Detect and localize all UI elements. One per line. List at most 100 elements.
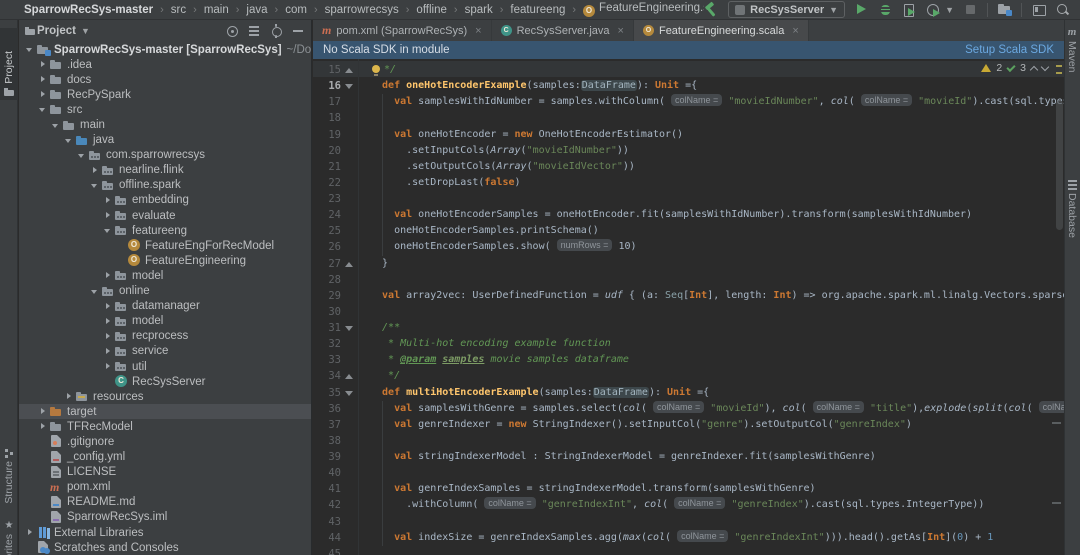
tree-item-model[interactable]: model <box>19 268 311 283</box>
tree-item-main[interactable]: main <box>19 117 311 132</box>
tree-chevron-icon[interactable] <box>103 301 114 312</box>
fold-marker-icon[interactable] <box>341 78 357 94</box>
breadcrumb-item[interactable]: java <box>246 4 267 16</box>
debug-button[interactable] <box>878 2 893 17</box>
run-button[interactable] <box>854 2 869 17</box>
tree-chevron-icon[interactable] <box>38 104 49 115</box>
tree-item-src[interactable]: src <box>19 102 311 117</box>
tree-item-featureeng[interactable]: featureeng <box>19 223 311 238</box>
editor-tab-featureengineering-scala[interactable]: OFeatureEngineering.scala× <box>634 20 809 41</box>
tool-tab-favorites[interactable]: ★ Favorites <box>0 518 18 555</box>
tree-chevron-icon[interactable] <box>38 74 49 85</box>
tree-chevron-icon[interactable] <box>77 150 88 161</box>
search-everywhere-icon[interactable] <box>1055 2 1070 17</box>
tree-item-readme-md[interactable]: README.md <box>19 495 311 510</box>
tree-item-recpyspark[interactable]: RecPySpark <box>19 87 311 102</box>
tree-chevron-icon[interactable] <box>38 89 49 100</box>
tree-item-nearline-flink[interactable]: nearline.flink <box>19 163 311 178</box>
collapse-all-icon[interactable] <box>247 24 261 38</box>
fold-marker-icon[interactable] <box>341 256 357 272</box>
layout-icon[interactable] <box>1031 2 1046 17</box>
breadcrumb-item[interactable]: SparrowRecSys-master <box>24 4 153 16</box>
close-icon[interactable]: × <box>618 25 624 37</box>
tree-item--idea[interactable]: .idea <box>19 57 311 72</box>
tree-item-util[interactable]: util <box>19 359 311 374</box>
close-icon[interactable]: × <box>792 25 798 37</box>
tree-item-docs[interactable]: docs <box>19 72 311 87</box>
tree-item--config-yml[interactable]: _config.yml <box>19 450 311 465</box>
tree-chevron-icon[interactable] <box>103 270 114 281</box>
tree-item-license[interactable]: LICENSE <box>19 465 311 480</box>
build-hammer-icon[interactable] <box>704 2 719 17</box>
tree-item-recprocess[interactable]: recprocess <box>19 329 311 344</box>
tree-chevron-icon[interactable] <box>103 361 114 372</box>
next-issue-icon[interactable] <box>1041 62 1049 70</box>
editor-scrollbar[interactable] <box>1056 100 1063 230</box>
tree-item-datamanager[interactable]: datamanager <box>19 299 311 314</box>
tree-item-recsysserver[interactable]: CRecSysServer <box>19 374 311 389</box>
tree-chevron-icon[interactable] <box>103 331 114 342</box>
tree-chevron-icon[interactable] <box>90 286 101 297</box>
gear-icon[interactable] <box>269 24 283 38</box>
tree-item-target[interactable]: target <box>19 404 311 419</box>
tree-item-resources[interactable]: resources <box>19 389 311 404</box>
tree-item-online[interactable]: online <box>19 284 311 299</box>
editor-tab-recsysserver-java[interactable]: CRecSysServer.java× <box>492 20 634 41</box>
tree-chevron-icon[interactable] <box>64 391 75 402</box>
tree-chevron-icon[interactable] <box>51 120 62 131</box>
fold-marker-icon[interactable] <box>341 368 357 384</box>
tree-chevron-icon[interactable] <box>38 406 49 417</box>
chevron-down-icon[interactable]: ▼ <box>81 26 90 36</box>
tool-tab-project[interactable]: Project <box>0 28 18 100</box>
tree-chevron-icon[interactable] <box>64 135 75 146</box>
breadcrumb-item[interactable]: offline <box>416 4 446 16</box>
run-config-selector[interactable]: RecSysServer ▼ <box>728 1 845 18</box>
close-icon[interactable]: × <box>475 25 481 37</box>
tree-chevron-icon[interactable] <box>103 210 114 221</box>
tree-item-scratches-and-consoles[interactable]: Scratches and Consoles <box>19 540 311 555</box>
locate-file-icon[interactable] <box>225 24 239 38</box>
tree-chevron-icon[interactable] <box>103 346 114 357</box>
editor-tab-pom-xml-sparrowrecsys-[interactable]: mpom.xml (SparrowRecSys)× <box>313 20 492 41</box>
tool-tab-structure[interactable]: Structure <box>0 445 18 515</box>
fold-marker-icon[interactable] <box>341 320 357 336</box>
breadcrumb-item[interactable]: src <box>171 4 186 16</box>
tree-chevron-icon[interactable] <box>90 180 101 191</box>
code-editor[interactable]: 1516171819202122232425262728293031323334… <box>313 59 1064 555</box>
tree-item-sparrowrecsys-master-sparrowrecsys-[interactable]: SparrowRecSys-master [SparrowRecSys]~/Do… <box>19 42 311 57</box>
tree-chevron-icon[interactable] <box>25 527 36 538</box>
fold-marker-icon[interactable] <box>341 385 357 401</box>
tool-tab-maven[interactable]: m Maven <box>1064 26 1080 104</box>
tree-chevron-icon[interactable] <box>25 44 36 55</box>
setup-scala-sdk-link[interactable]: Setup Scala SDK <box>965 44 1054 56</box>
hide-panel-icon[interactable] <box>291 24 305 38</box>
profiler-dropdown-icon[interactable]: ▼ <box>945 5 954 15</box>
tree-item-model[interactable]: model <box>19 314 311 329</box>
tree-chevron-icon[interactable] <box>103 316 114 327</box>
tree-item--gitignore[interactable]: .gitignore <box>19 434 311 449</box>
tree-item-featureengforrecmodel[interactable]: OFeatureEngForRecModel <box>19 238 311 253</box>
tree-chevron-icon[interactable] <box>103 195 114 206</box>
breadcrumb-item[interactable]: spark <box>465 4 493 16</box>
project-structure-icon[interactable] <box>997 2 1012 17</box>
prev-issue-icon[interactable] <box>1030 65 1038 73</box>
intention-bulb-icon[interactable] <box>372 65 380 73</box>
breadcrumb-item[interactable]: OFeatureEngineering.scala <box>583 2 704 17</box>
tree-item-offline-spark[interactable]: offline.spark <box>19 178 311 193</box>
tree-item-tfrecmodel[interactable]: TFRecModel <box>19 419 311 434</box>
tree-chevron-icon[interactable] <box>38 59 49 70</box>
stop-button[interactable] <box>963 2 978 17</box>
tree-item-evaluate[interactable]: evaluate <box>19 208 311 223</box>
tree-item-featureengineering[interactable]: OFeatureEngineering <box>19 253 311 268</box>
tree-chevron-icon[interactable] <box>38 421 49 432</box>
profiler-button[interactable] <box>926 2 941 17</box>
fold-marker-icon[interactable] <box>341 62 357 78</box>
breadcrumb-item[interactable]: sparrowrecsys <box>325 4 399 16</box>
tree-item-service[interactable]: service <box>19 344 311 359</box>
tree-chevron-icon[interactable] <box>90 165 101 176</box>
breadcrumb-item[interactable]: main <box>204 4 229 16</box>
tree-item-embedding[interactable]: embedding <box>19 193 311 208</box>
tree-item-pom-xml[interactable]: mpom.xml <box>19 480 311 495</box>
breadcrumb-item[interactable]: com <box>285 4 307 16</box>
tree-chevron-icon[interactable] <box>103 225 114 236</box>
